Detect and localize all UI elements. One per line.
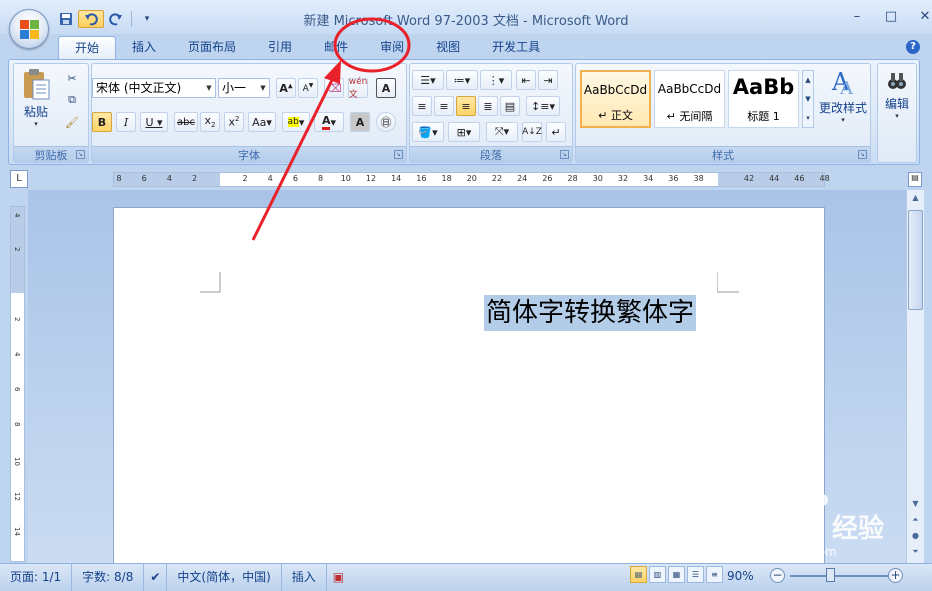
- zoom-slider-track[interactable]: [790, 575, 890, 577]
- draft-button[interactable]: ≡: [706, 566, 723, 583]
- draft-icon: ≡: [711, 570, 718, 579]
- reading-icon: ▥: [653, 570, 662, 579]
- zoom-level[interactable]: 90%: [727, 563, 754, 590]
- zoom-slider-thumb[interactable]: [826, 568, 835, 582]
- svg-text:jingyan.baidu.com: jingyan.baidu.com: [725, 545, 837, 559]
- annotation-arrow: [251, 75, 336, 241]
- annotation-arrowhead: [324, 60, 341, 84]
- word-count[interactable]: 字数: 8/8: [72, 563, 145, 591]
- web-layout-icon: ▦: [672, 570, 681, 579]
- spellcheck-icon: ✔: [150, 569, 161, 584]
- office-button[interactable]: [9, 9, 49, 49]
- proofing-status[interactable]: ✔: [144, 563, 168, 591]
- outline-button[interactable]: ☰: [687, 566, 704, 583]
- insert-mode[interactable]: 插入: [282, 563, 327, 591]
- svg-text:Bai: Bai: [722, 511, 772, 544]
- macro-icon: ▣: [332, 569, 345, 584]
- web-layout-button[interactable]: ▦: [668, 566, 685, 583]
- scroll-up-button[interactable]: ▲: [907, 190, 924, 206]
- full-screen-reading-button[interactable]: ▥: [649, 566, 666, 583]
- ruler-icon: ▤: [911, 173, 919, 182]
- view-ruler-button[interactable]: ▤: [908, 172, 922, 187]
- office-logo-icon: [20, 20, 40, 40]
- view-buttons: ▤ ▥ ▦ ☰ ≡: [630, 566, 723, 583]
- outline-icon: ☰: [691, 570, 700, 579]
- svg-text:经验: 经验: [832, 513, 884, 544]
- print-layout-button[interactable]: ▤: [630, 566, 647, 583]
- page-count[interactable]: 页面: 1/1: [0, 563, 73, 591]
- zoom-in-button[interactable]: +: [888, 568, 903, 583]
- print-layout-icon: ▤: [634, 570, 643, 579]
- zoom-out-button[interactable]: −: [770, 568, 785, 583]
- annotation-circle: [333, 17, 411, 73]
- language-indicator[interactable]: 中文(简体，中国): [167, 563, 282, 591]
- baidu-watermark: Bai 经验 jingyan.baidu.com: [722, 488, 884, 559]
- macro-record-button[interactable]: ▣: [327, 564, 350, 591]
- scroll-thumb[interactable]: [908, 210, 923, 310]
